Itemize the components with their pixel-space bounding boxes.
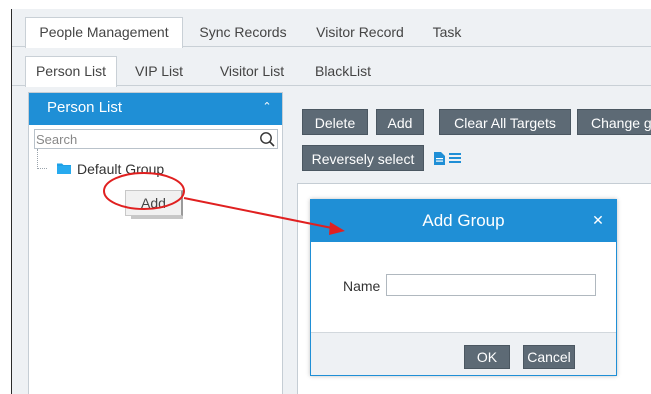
tab-person-list[interactable]: Person List	[25, 56, 117, 87]
reversely-select-button[interactable]: Reversely select	[302, 145, 424, 171]
folder-icon	[57, 163, 71, 174]
tab-task[interactable]: Task	[423, 18, 471, 47]
main-tab-bar: People Management Sync Records Visitor R…	[12, 9, 651, 48]
tab-visitor-list[interactable]: Visitor List	[210, 57, 294, 86]
tree-item-label: Default Group	[77, 161, 165, 177]
dialog-header: Add Group ✕	[311, 200, 616, 242]
name-label: Name	[343, 278, 381, 294]
search-box	[34, 129, 278, 149]
dialog-footer: OK Cancel	[311, 332, 616, 375]
search-icon[interactable]	[259, 131, 275, 147]
tab-sync-records[interactable]: Sync Records	[192, 18, 294, 47]
clear-all-targets-button[interactable]: Clear All Targets	[439, 109, 571, 135]
context-menu-add[interactable]: Add	[125, 190, 183, 216]
cancel-button[interactable]: Cancel	[523, 345, 575, 369]
tab-vip-list[interactable]: VIP List	[125, 57, 193, 86]
add-group-dialog: Add Group ✕ Name OK Cancel	[310, 199, 617, 376]
panel-title: Person List	[47, 99, 123, 116]
collapse-chevron-icon[interactable]: ⌃	[260, 100, 274, 114]
change-group-button[interactable]: Change g	[577, 109, 651, 135]
tree-connector	[37, 149, 47, 169]
sub-tab-bar: Person List VIP List Visitor List BlackL…	[12, 48, 651, 87]
list-view-icon[interactable]	[449, 152, 461, 164]
search-input[interactable]	[36, 131, 258, 147]
ok-button[interactable]: OK	[464, 345, 510, 369]
dialog-title: Add Group	[422, 211, 505, 230]
tab-visitor-record[interactable]: Visitor Record	[305, 18, 415, 47]
person-list-header[interactable]: Person List ⌃	[29, 93, 282, 125]
close-icon[interactable]: ✕	[590, 212, 606, 228]
app-window: People Management Sync Records Visitor R…	[11, 9, 651, 394]
context-menu-shadow	[131, 216, 183, 219]
tab-blacklist[interactable]: BlackList	[308, 57, 378, 86]
tab-people-management[interactable]: People Management	[25, 17, 183, 48]
person-list-panel: Person List ⌃ Default Group Add	[28, 92, 283, 394]
delete-button[interactable]: Delete	[302, 109, 368, 135]
add-button[interactable]: Add	[376, 109, 424, 135]
document-icon[interactable]	[434, 152, 445, 165]
name-field[interactable]	[386, 274, 596, 296]
